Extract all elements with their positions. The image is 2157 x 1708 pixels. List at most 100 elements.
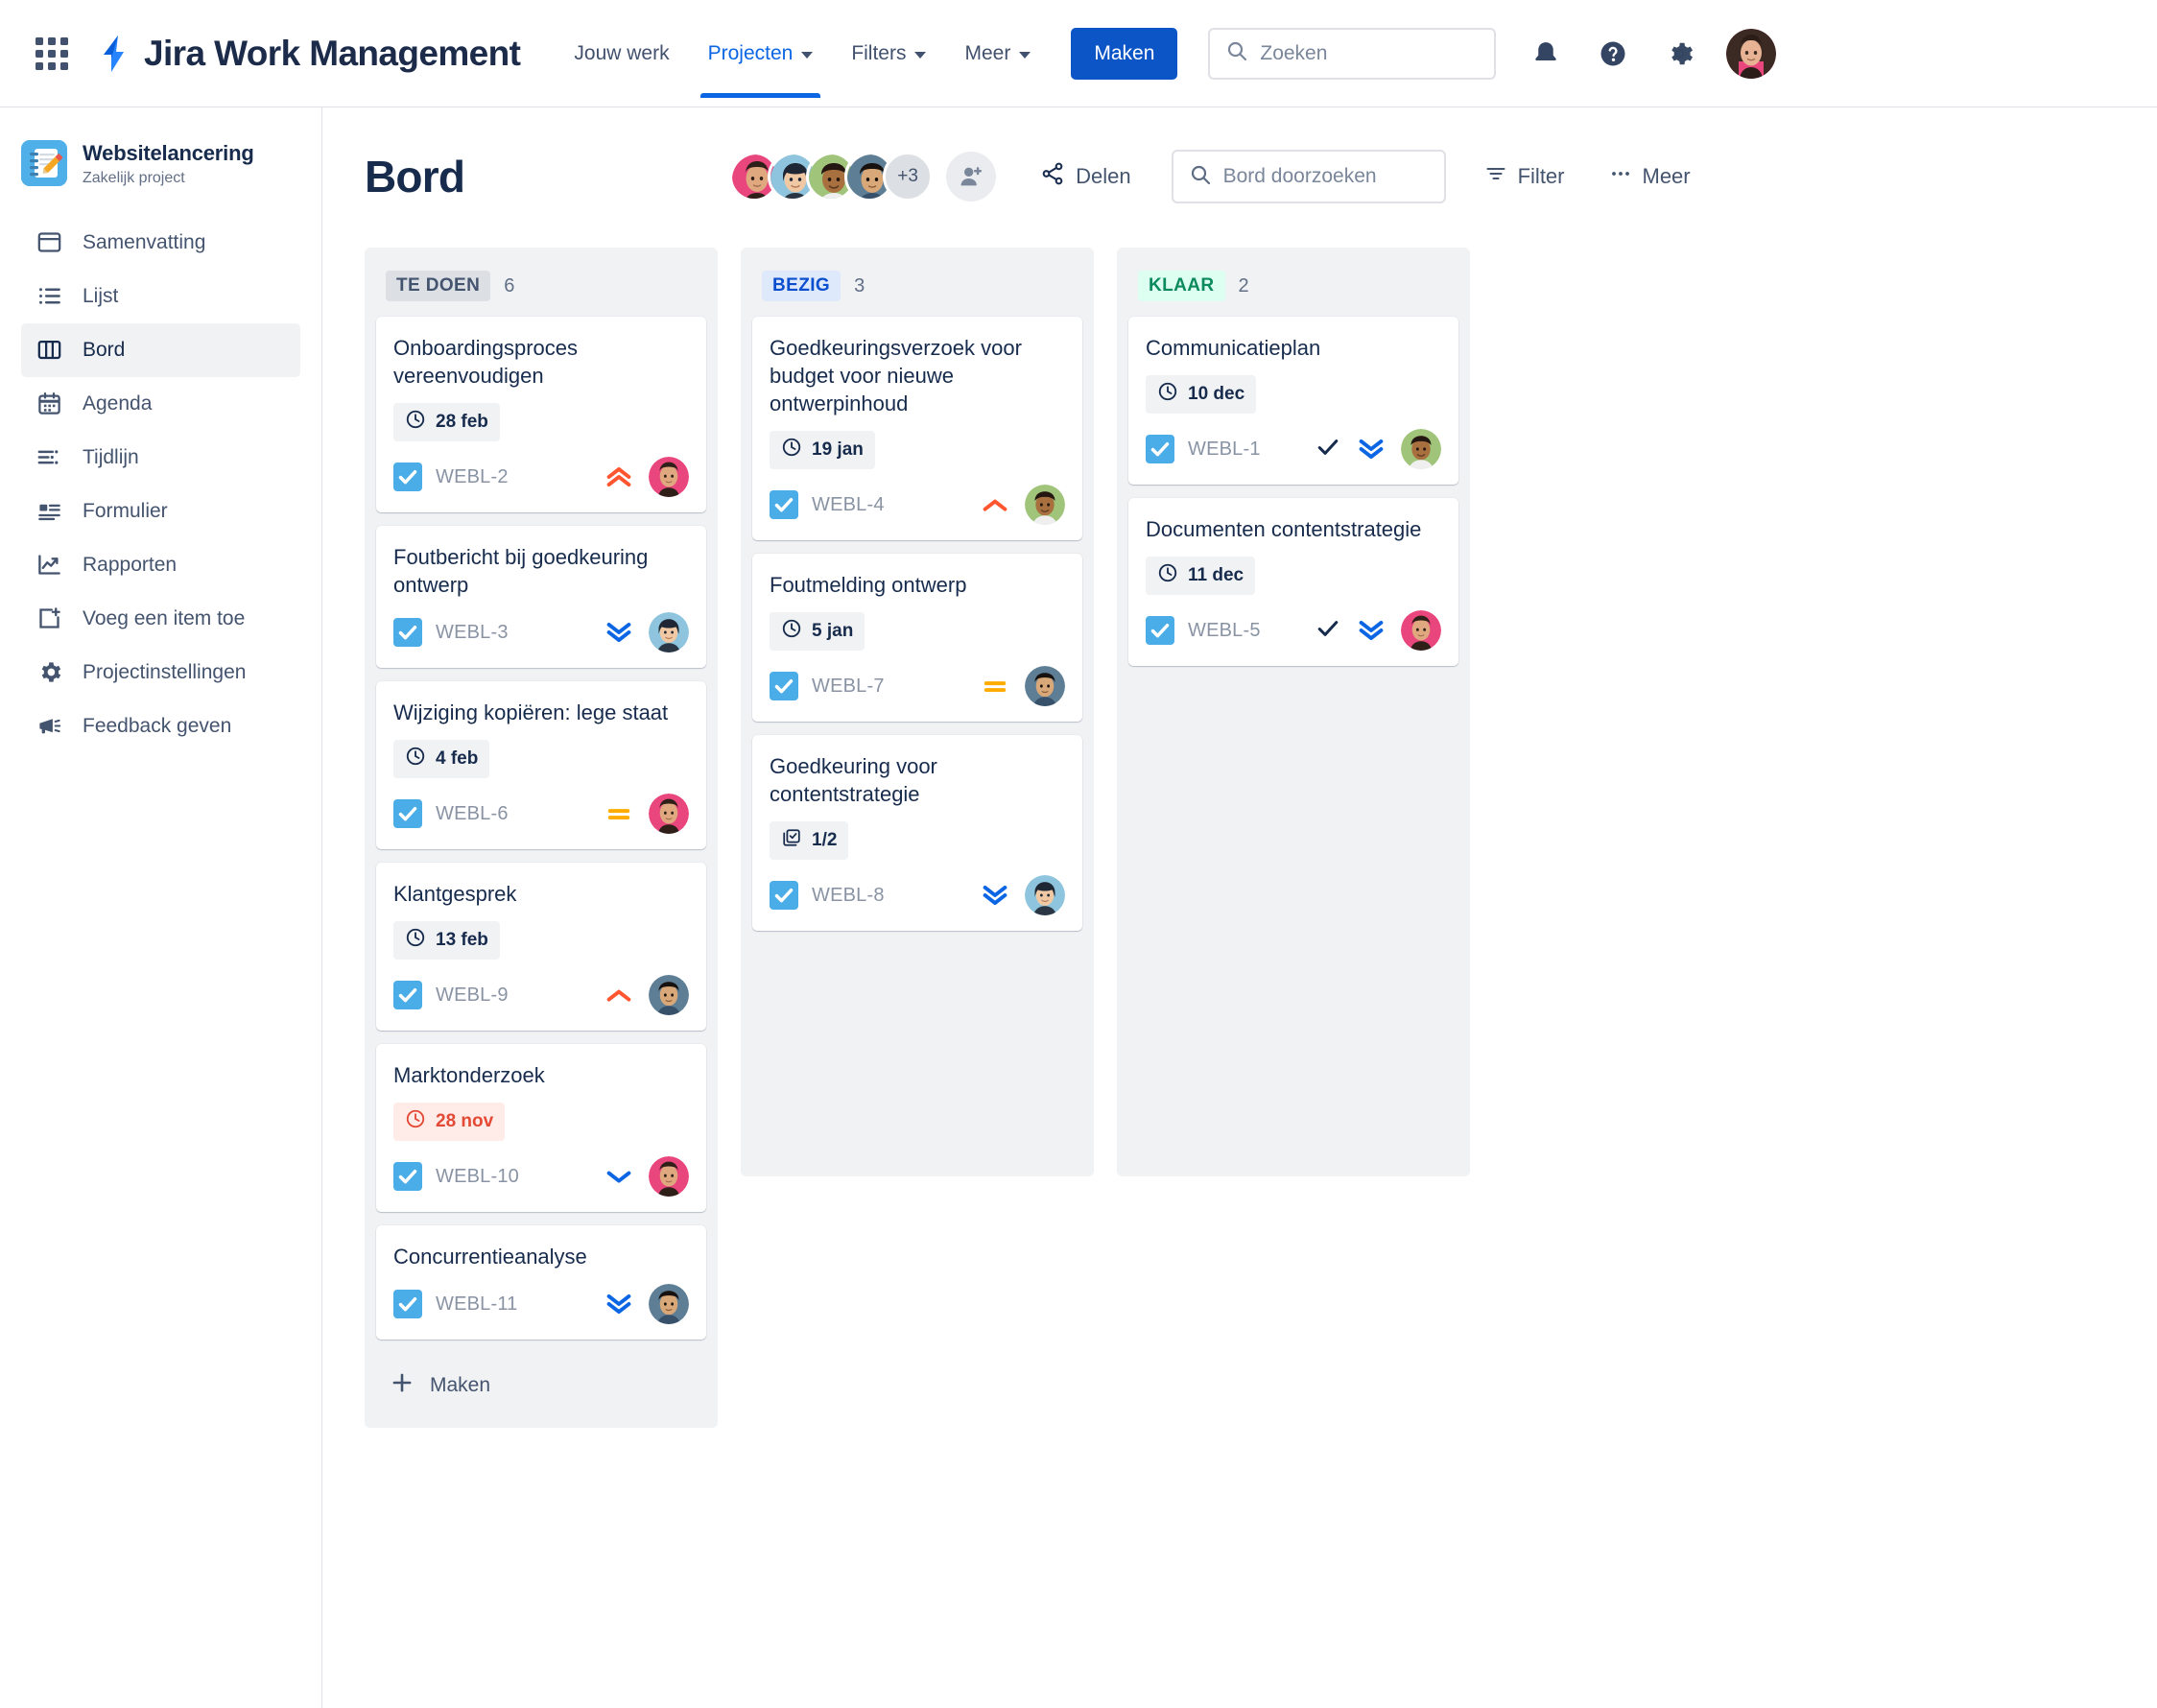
sidebar-item-projectinstellingen[interactable]: Projectinstellingen [21,646,300,700]
primary-nav: Jouw werk Projecten Filters Meer [555,10,1050,98]
assignee-avatar[interactable] [649,975,689,1016]
priority-high-icon[interactable] [604,981,633,1009]
due-date-badge: 5 jan [770,612,865,652]
nav-item-jouw-werk[interactable]: Jouw werk [555,10,688,98]
global-search-input[interactable] [1260,41,1480,65]
more-button[interactable]: Meer [1598,154,1702,200]
priority-medium-icon[interactable] [981,672,1009,700]
board-card[interactable]: Goedkeuringsverzoek voor budget voor nie… [752,317,1082,541]
card-issue-key: WEBL-4 [812,493,885,515]
add-people-icon[interactable] [946,152,997,202]
board-card[interactable]: Concurrentieanalyse WEBL-11 [376,1225,706,1340]
sidebar-item-lijst[interactable]: Lijst [21,270,300,323]
sidebar-item-formulier[interactable]: Formulier [21,485,300,538]
board-card[interactable]: Documenten contentstrategie 11 dec WEBL-… [1128,498,1458,667]
clock-icon [405,409,426,436]
member-overflow-count[interactable]: +3 [883,152,934,202]
global-search-box[interactable] [1208,27,1497,80]
share-button[interactable]: Delen [1029,153,1142,201]
checklist-badge: 1/2 [770,821,849,861]
share-icon [1040,161,1065,192]
summary-icon [35,228,63,257]
sidebar-item-label: Bord [83,338,126,361]
board-card[interactable]: Foutbericht bij goedkeuring ontwerp WEBL… [376,526,706,669]
timeline-icon [35,443,63,472]
top-navigation-bar: Jira Work Management Jouw werk Projecten… [0,0,2157,107]
assignee-avatar[interactable] [1025,875,1065,916]
task-type-icon [393,1162,422,1192]
board-card[interactable]: Wijziging kopiëren: lege staat 4 feb WEB… [376,681,706,850]
share-label: Delen [1076,164,1131,188]
board-search-box[interactable] [1171,150,1446,203]
board-card[interactable]: Communicatieplan 10 dec WEBL-1 [1128,317,1458,486]
card-issue-key: WEBL-9 [436,984,509,1006]
due-date-text: 28 nov [436,1111,494,1132]
task-type-icon [393,799,422,829]
app-title: Jira Work Management [144,33,521,73]
priority-low-icon[interactable] [604,1162,633,1191]
assignee-avatar[interactable] [1401,610,1441,652]
due-date-text: 10 dec [1188,384,1245,405]
column-header: KLAAR 2 [1128,261,1458,317]
sidebar-item-bord[interactable]: Bord [21,322,300,377]
priority-medium-icon[interactable] [604,799,633,828]
board-card[interactable]: Onboardingsproces vereenvoudigen 28 feb … [376,317,706,513]
assignee-avatar[interactable] [649,794,689,835]
board-card[interactable]: Marktonderzoek 28 nov WEBL-10 [376,1044,706,1213]
due-date-badge: 19 jan [770,431,875,470]
card-issue-key: WEBL-10 [436,1165,519,1187]
card-footer-right [604,794,689,835]
filter-button[interactable]: Filter [1473,154,1576,200]
overdue-date-badge: 28 nov [393,1103,506,1142]
card-footer-right [604,975,689,1016]
assignee-avatar[interactable] [649,1156,689,1198]
nav-item-meer[interactable]: Meer [945,10,1050,98]
help-icon[interactable] [1592,33,1634,75]
create-button[interactable]: Maken [1071,27,1178,80]
jira-brand-logo[interactable]: Jira Work Management [92,33,521,74]
card-footer-right [981,875,1065,916]
assignee-avatar[interactable] [649,612,689,653]
board-card[interactable]: Goedkeuring voor contentstrategie 1/2 WE… [752,735,1082,932]
priority-lowest-icon[interactable] [604,1290,633,1318]
assignee-avatar[interactable] [1025,485,1065,526]
priority-high-icon[interactable] [981,490,1009,519]
priority-lowest-icon[interactable] [981,881,1009,910]
notifications-icon[interactable] [1525,33,1567,75]
card-title: Concurrentieanalyse [393,1245,587,1269]
sidebar-item-samenvatting[interactable]: Samenvatting [21,216,300,270]
card-footer: WEBL-4 [770,485,1065,526]
board-search-input[interactable] [1222,165,1429,188]
board-card[interactable]: Klantgesprek 13 feb WEBL-9 [376,863,706,1032]
sidebar-item-tijdlijn[interactable]: Tijdlijn [21,431,300,485]
priority-lowest-icon[interactable] [1357,435,1386,463]
card-title: Onboardingsproces vereenvoudigen [393,336,579,389]
priority-lowest-icon[interactable] [1357,616,1386,645]
gear-icon[interactable] [1659,33,1701,75]
sidebar-item-feedback-geven[interactable]: Feedback geven [21,700,300,753]
list-icon [35,282,63,311]
due-date-text: 28 feb [436,412,488,433]
sidebar-item-voeg-een-item-toe[interactable]: Voeg een item toe [21,592,300,646]
clock-icon [405,1108,426,1135]
priority-lowest-icon[interactable] [604,618,633,647]
nav-item-filters[interactable]: Filters [832,10,945,98]
sidebar-item-agenda[interactable]: Agenda [21,377,300,431]
priority-highest-icon[interactable] [604,463,633,491]
assignee-avatar[interactable] [649,1284,689,1325]
create-card-label: Maken [430,1374,491,1397]
assignee-avatar[interactable] [649,457,689,498]
project-header[interactable]: Websitelancering Zakelijk project [0,140,321,187]
assignee-avatar[interactable] [1401,429,1441,470]
due-date-text: 19 jan [812,439,864,461]
chevron-down-icon [1019,51,1031,59]
due-date-badge: 11 dec [1146,557,1256,596]
nav-item-projecten[interactable]: Projecten [689,10,833,98]
board-card[interactable]: Foutmelding ontwerp 5 jan WEBL-7 [752,554,1082,723]
assignee-avatar[interactable] [1025,666,1065,707]
apps-grid-icon[interactable] [29,31,75,77]
search-icon [1225,39,1248,67]
user-avatar[interactable] [1726,28,1777,79]
create-card-button[interactable]: Maken [376,1355,706,1416]
sidebar-item-rapporten[interactable]: Rapporten [21,538,300,592]
